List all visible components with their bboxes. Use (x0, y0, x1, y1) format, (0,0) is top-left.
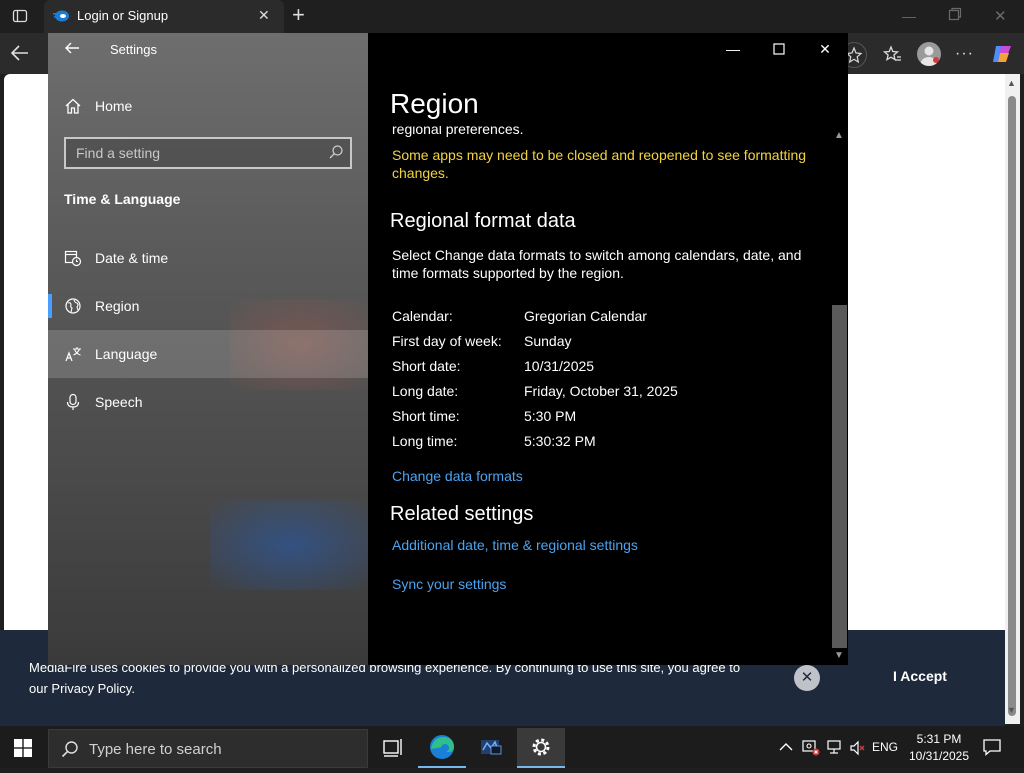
tray-overflow-icon[interactable] (779, 741, 793, 755)
format-row-short-date: Short date: 10/31/2025 (392, 358, 812, 378)
close-browser-icon[interactable]: ✕ (994, 7, 1007, 25)
tab-title: Login or Signup (77, 8, 169, 23)
nav-label-home: Home (95, 98, 133, 114)
copilot-icon[interactable] (990, 42, 1014, 66)
profile-avatar-icon[interactable] (917, 42, 941, 66)
microphone-icon (64, 393, 82, 411)
format-row-long-date: Long date: Friday, October 31, 2025 (392, 383, 812, 403)
minimize-icon[interactable]: — (710, 33, 756, 65)
region-settings-content: regional preferences. Some apps may need… (368, 126, 830, 665)
nav-item-home[interactable]: Home (48, 82, 368, 130)
calendar-clock-icon (64, 249, 82, 267)
nav-section-heading: Time & Language (64, 191, 181, 207)
format-value: 5:30 PM (524, 408, 577, 424)
tab-close-icon[interactable]: ✕ (258, 7, 270, 24)
format-label: Long date: (392, 383, 459, 399)
settings-app-icon[interactable] (517, 728, 565, 768)
minimize-browser-icon[interactable]: — (902, 8, 916, 24)
clock-time: 5:31 PM (916, 732, 962, 746)
settings-back-icon[interactable] (64, 40, 80, 61)
tab-actions-icon[interactable] (12, 8, 28, 24)
acrylic-blur-decoration (210, 500, 370, 590)
taskbar-search-box[interactable]: Type here to search (48, 729, 368, 768)
change-data-formats-link[interactable]: Change data formats (392, 468, 523, 484)
additional-regional-settings-link[interactable]: Additional date, time & regional setting… (392, 537, 638, 553)
format-value: 5:30:32 PM (524, 433, 596, 449)
windows-start-icon[interactable] (14, 739, 32, 757)
security-alert-icon[interactable] (802, 740, 820, 756)
nav-label-date-time: Date & time (95, 250, 169, 266)
settings-search-input[interactable] (76, 144, 316, 162)
settings-search-box[interactable] (64, 137, 352, 169)
browser-back-icon[interactable] (10, 44, 30, 62)
browser-tab-active[interactable]: Login or Signup ✕ (44, 0, 284, 33)
format-label: Short date: (392, 358, 461, 374)
scroll-up-icon[interactable]: ▲ (834, 130, 844, 141)
regional-format-heading: Regional format data (390, 210, 576, 232)
nav-label-region: Region (95, 298, 140, 314)
format-label: Long time: (392, 433, 458, 449)
cut-off-text: regional preferences. (392, 126, 524, 137)
home-icon (64, 97, 82, 115)
input-language-indicator[interactable]: ENG (872, 740, 898, 754)
task-view-icon[interactable] (368, 728, 416, 768)
notifications-icon[interactable] (982, 738, 1002, 756)
format-row-calendar: Calendar: Gregorian Calendar (392, 308, 812, 328)
favorites-icon[interactable] (882, 44, 902, 64)
cookie-close-button[interactable]: ✕ (794, 665, 820, 691)
search-icon[interactable] (328, 144, 344, 160)
globe-icon (64, 297, 82, 315)
language-icon (64, 345, 82, 363)
volume-muted-icon[interactable] (849, 740, 867, 756)
network-icon[interactable] (826, 740, 844, 756)
format-row-short-time: Short time: 5:30 PM (392, 408, 812, 428)
scroll-down-icon[interactable]: ▼ (834, 650, 844, 661)
format-value: Friday, October 31, 2025 (524, 383, 678, 399)
page-title: Region (390, 88, 479, 119)
format-label: First day of week: (392, 333, 502, 349)
taskbar-search-icon (61, 740, 79, 758)
clock-date: 10/31/2025 (908, 749, 970, 763)
nav-label-language: Language (95, 346, 158, 362)
format-row-first-day: First day of week: Sunday (392, 333, 812, 353)
restore-browser-icon[interactable] (948, 7, 962, 21)
settings-scroll-thumb[interactable] (832, 305, 847, 648)
restart-apps-note: Some apps may need to be closed and reop… (392, 147, 807, 181)
format-value: Sunday (524, 333, 572, 349)
format-value: 10/31/2025 (524, 358, 595, 374)
new-tab-button[interactable]: + (292, 4, 305, 26)
nav-item-region[interactable]: Region (48, 282, 368, 330)
sync-settings-link[interactable]: Sync your settings (392, 576, 506, 592)
taskbar-clock[interactable]: 5:31 PM 10/31/2025 (904, 731, 974, 765)
app-switcher-icon[interactable] (467, 728, 515, 768)
format-label: Calendar: (392, 308, 453, 324)
cookie-accept-button[interactable]: I Accept (875, 668, 965, 688)
edge-browser-icon[interactable] (418, 728, 466, 768)
format-label: Short time: (392, 408, 460, 424)
nav-item-speech[interactable]: Speech (48, 378, 368, 426)
mediafire-logo-icon (53, 9, 69, 23)
settings-window-title: Settings (110, 42, 157, 57)
regional-format-description: Select Change data formats to switch amo… (392, 247, 802, 281)
close-icon[interactable]: ✕ (802, 33, 848, 65)
format-row-long-time: Long time: 5:30:32 PM (392, 433, 812, 453)
related-settings-heading: Related settings (390, 503, 534, 525)
browser-scrollbar[interactable]: ▲ ▼ (1005, 74, 1020, 724)
format-value: Gregorian Calendar (524, 308, 647, 324)
nav-item-date-time[interactable]: Date & time (48, 234, 368, 282)
nav-item-language[interactable]: Language (48, 330, 368, 378)
more-options-icon[interactable]: ··· (955, 45, 974, 63)
nav-label-speech: Speech (95, 394, 143, 410)
maximize-icon[interactable] (756, 33, 802, 65)
taskbar-search-placeholder: Type here to search (89, 741, 222, 758)
